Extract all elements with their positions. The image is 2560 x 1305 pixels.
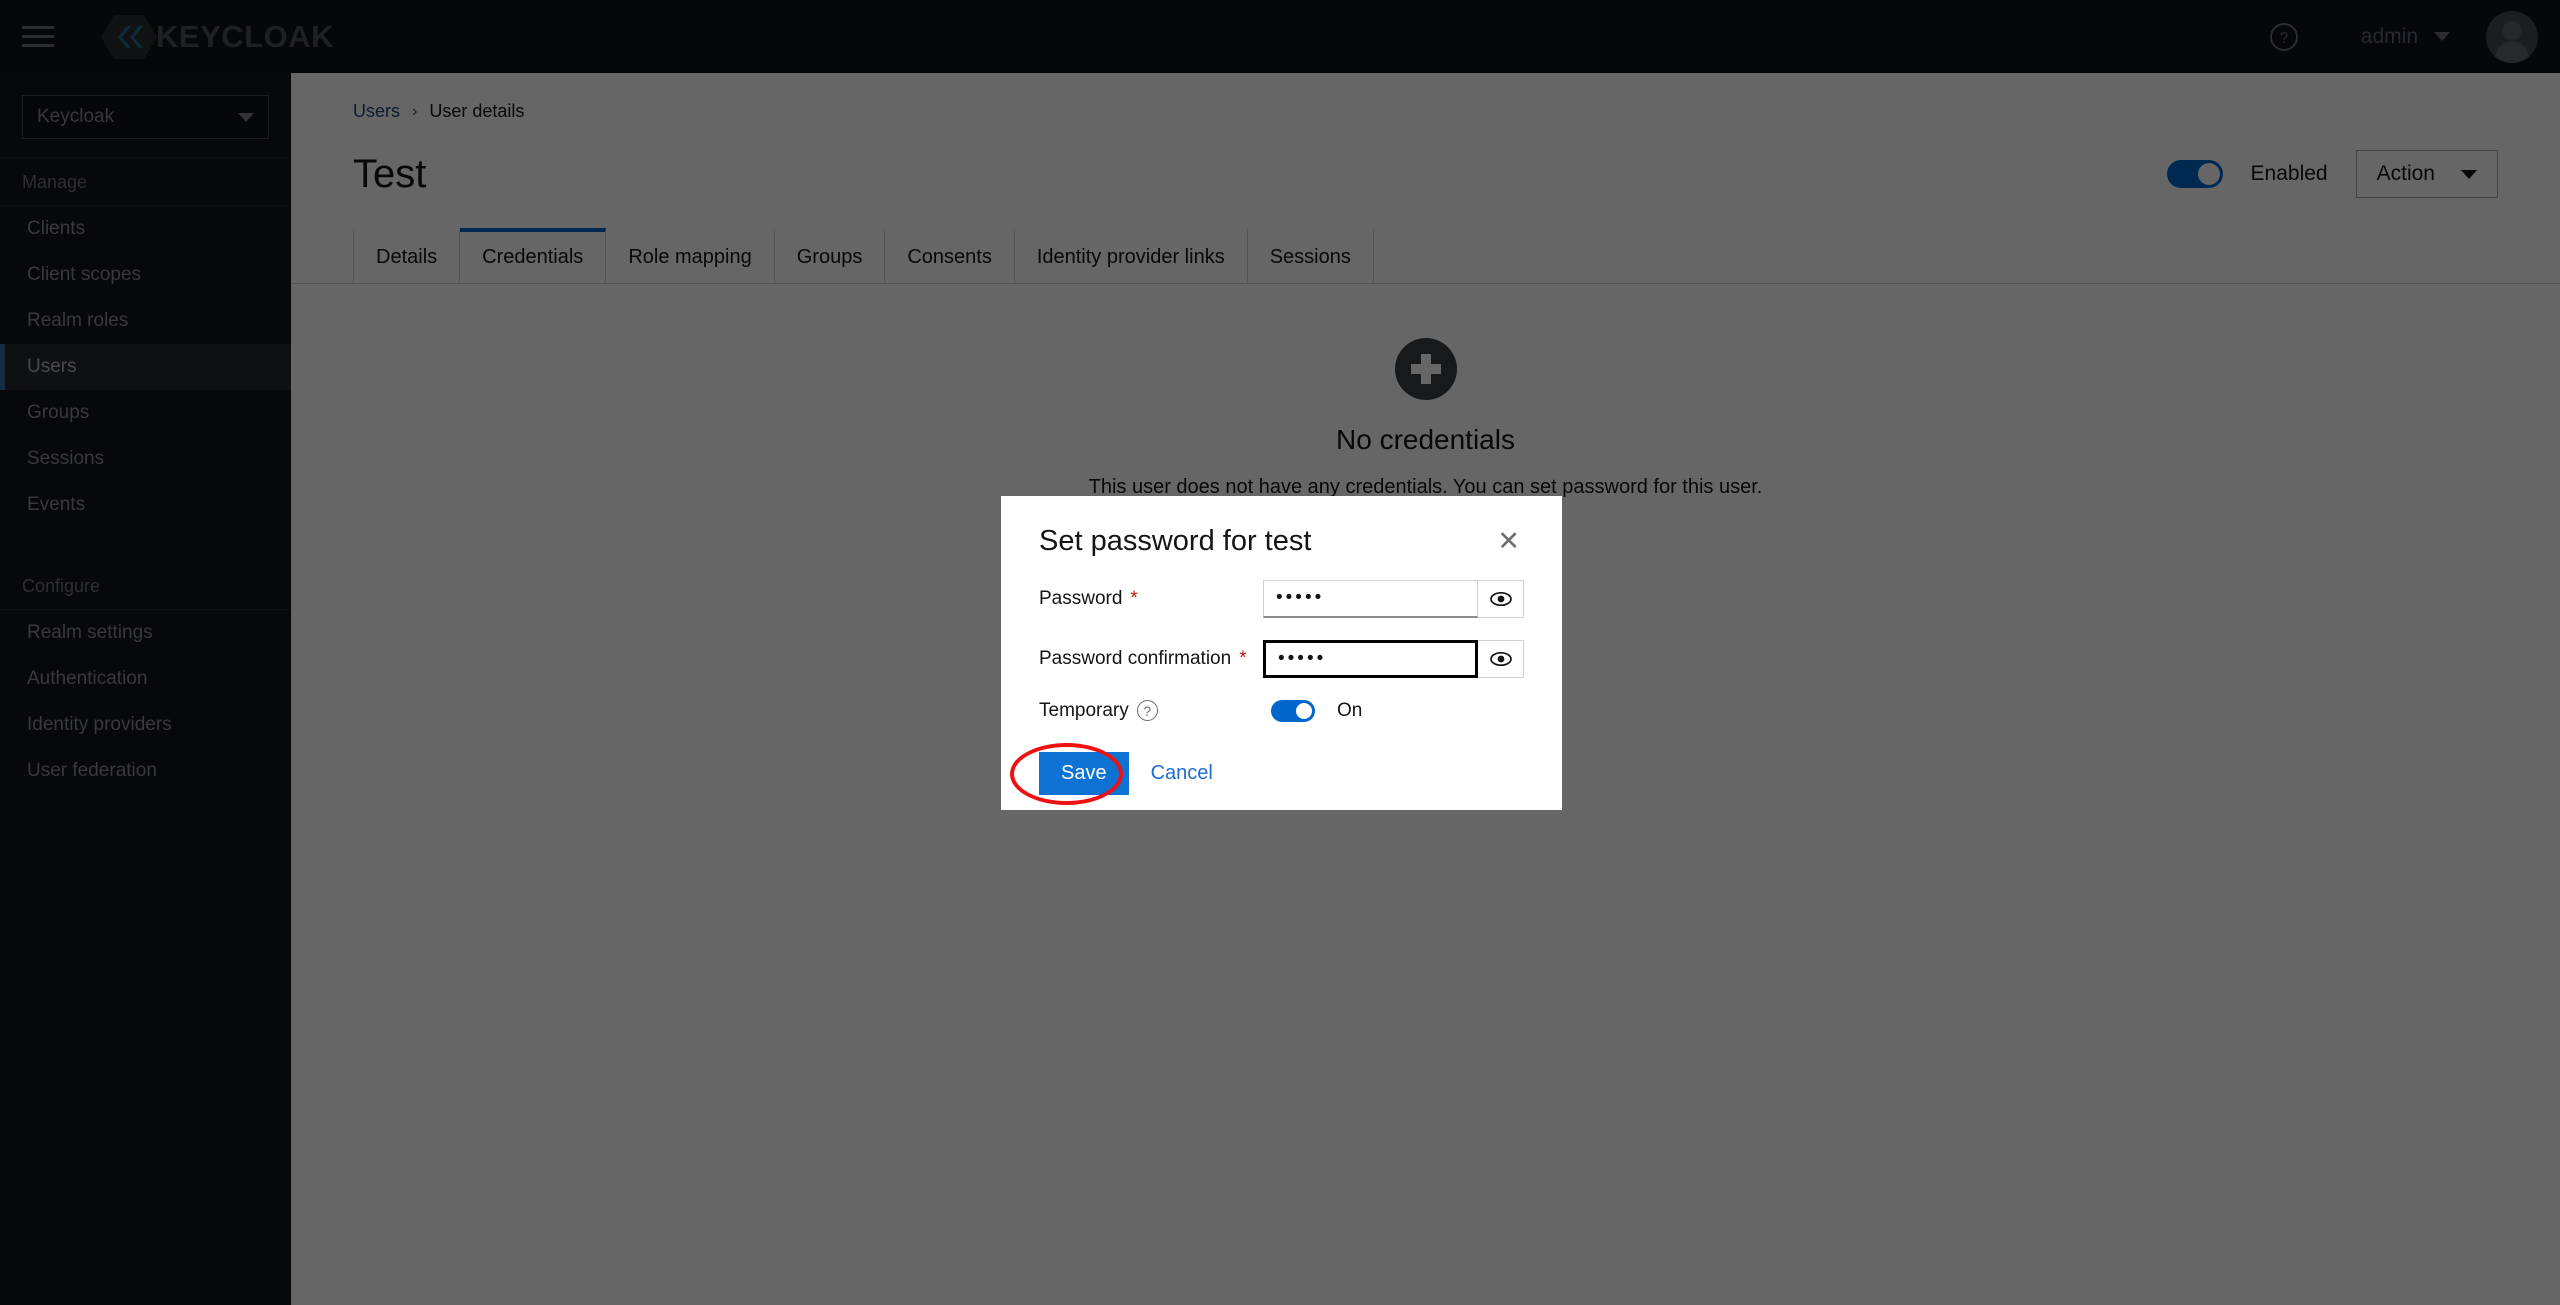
required-marker: * — [1130, 587, 1138, 609]
password-confirmation-label-wrap: Password confirmation * — [1039, 648, 1263, 670]
keycloak-admin-console: KEYCLOAK ? admin Keycloak Manage Clients… — [0, 0, 2560, 1305]
cancel-button[interactable]: Cancel — [1137, 752, 1227, 795]
modal-header: Set password for test ✕ — [1039, 525, 1524, 558]
password-confirmation-row: Password confirmation * — [1039, 639, 1524, 678]
password-input[interactable] — [1263, 579, 1478, 618]
password-label: Password — [1039, 587, 1123, 609]
eye-icon — [1489, 651, 1512, 666]
password-label-wrap: Password * — [1039, 588, 1263, 610]
password-confirmation-reveal-button[interactable] — [1478, 639, 1524, 678]
help-circle-icon[interactable]: ? — [1136, 700, 1158, 722]
set-password-modal: Set password for test ✕ Password * Pas — [1001, 496, 1562, 810]
close-icon[interactable]: ✕ — [1493, 526, 1524, 557]
password-confirmation-label: Password confirmation — [1039, 647, 1232, 669]
password-confirmation-input-group — [1263, 639, 1524, 678]
eye-icon — [1489, 591, 1512, 606]
modal-footer: Save Cancel — [1039, 751, 1524, 795]
password-confirmation-input[interactable] — [1263, 639, 1478, 678]
temporary-toggle[interactable] — [1271, 699, 1315, 722]
temporary-label: Temporary — [1039, 699, 1129, 721]
temporary-row: Temporary ? On — [1039, 699, 1524, 722]
password-row: Password * — [1039, 579, 1524, 618]
password-reveal-button[interactable] — [1478, 579, 1524, 618]
modal-title: Set password for test — [1039, 525, 1312, 557]
required-marker: * — [1239, 647, 1247, 669]
save-button[interactable]: Save — [1039, 751, 1129, 795]
temporary-toggle-text: On — [1337, 699, 1363, 721]
password-input-group — [1263, 579, 1524, 618]
temporary-label-wrap: Temporary ? — [1039, 700, 1271, 722]
